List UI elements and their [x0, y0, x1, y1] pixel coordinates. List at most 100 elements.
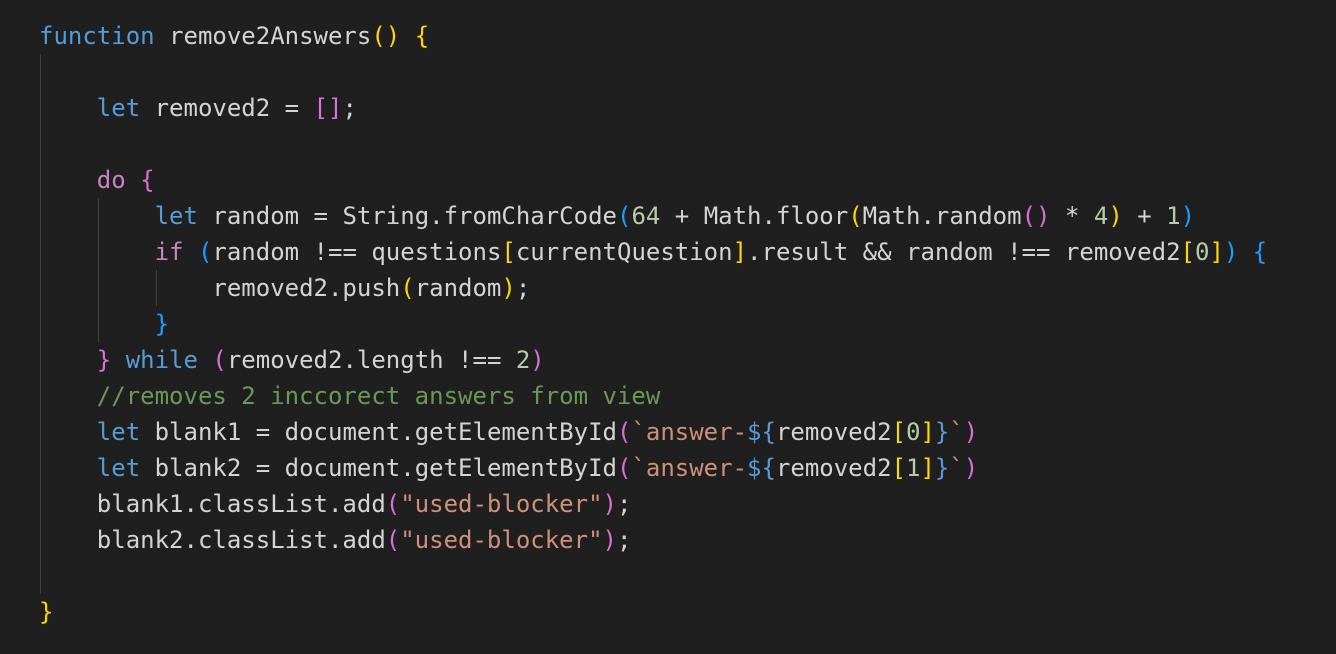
code-token: do: [96, 166, 126, 194]
code-token: ): [963, 418, 979, 446]
code-token: `answer-: [631, 418, 748, 446]
code-token: (: [385, 490, 401, 518]
code-token: blank1.classList.add: [39, 490, 386, 518]
code-token: let: [96, 454, 141, 482]
code-token: `answer-: [631, 454, 748, 482]
code-token: 0: [905, 418, 921, 446]
code-token: (): [1021, 202, 1051, 230]
code-token: 4: [1093, 202, 1109, 230]
code-token: "used-blocker": [400, 526, 603, 554]
code-token: }: [39, 598, 54, 626]
code-token: ;: [616, 526, 632, 554]
code-token: 64: [631, 202, 661, 230]
code-token: "used-blocker": [400, 490, 603, 518]
code-line[interactable]: }: [39, 594, 53, 630]
code-token: ${: [747, 454, 776, 482]
code-editor[interactable]: function remove2Answers() { let removed2…: [0, 0, 1336, 654]
code-token: (: [616, 418, 632, 446]
code-token: ): [1180, 202, 1196, 230]
code-token: ]: [920, 454, 935, 482]
code-token: (: [848, 202, 863, 230]
code-token: .result && random !== removed2: [747, 238, 1181, 266]
code-token: *: [1050, 202, 1094, 230]
code-line[interactable]: } while (removed2.length !== 2): [39, 342, 545, 378]
code-token: ${: [747, 418, 776, 446]
code-token: ): [602, 490, 617, 518]
code-token: 2: [515, 346, 531, 374]
code-token: let: [154, 202, 198, 230]
code-token: let: [96, 94, 141, 122]
code-token: }: [934, 418, 950, 446]
code-token: [: [891, 454, 906, 482]
code-line[interactable]: let blank2 = document.getElementById(`an…: [39, 450, 978, 486]
code-line[interactable]: removed2.push(random);: [39, 270, 530, 306]
code-token: remove2Answers: [154, 22, 372, 50]
code-token: removed2.length !==: [226, 346, 516, 374]
code-token: currentQuestion: [515, 238, 733, 266]
code-token: let: [96, 418, 141, 446]
code-line[interactable]: let random = String.fromCharCode(64 + Ma…: [39, 198, 1195, 234]
code-line[interactable]: blank1.classList.add("used-blocker");: [39, 486, 632, 522]
code-token: ]: [732, 238, 748, 266]
code-token: 1: [1166, 202, 1181, 230]
code-token: (: [385, 526, 401, 554]
code-token: blank2 = document.getElementById: [140, 454, 617, 482]
code-token: ): [501, 274, 516, 302]
code-token: removed2 =: [140, 94, 314, 122]
code-token: (: [197, 238, 213, 266]
code-token: removed2: [775, 418, 892, 446]
code-token: }: [154, 310, 170, 338]
code-token: ): [602, 526, 617, 554]
code-token: random = String.fromCharCode: [197, 202, 617, 230]
code-token: }: [934, 454, 950, 482]
code-token: (: [616, 454, 632, 482]
code-token: removed2.push: [39, 274, 401, 302]
code-token: (: [616, 202, 632, 230]
code-token: ]: [920, 418, 935, 446]
code-token: ;: [342, 94, 357, 122]
code-token: [: [1180, 238, 1195, 266]
code-token: if: [154, 238, 184, 266]
code-line[interactable]: if (random !== questions [ currentQuestion…: [39, 234, 1268, 270]
code-line[interactable]: }: [39, 306, 169, 342]
code-token: function: [39, 22, 155, 50]
code-token: blank2.classList.add: [39, 526, 386, 554]
code-token: removed2: [775, 454, 892, 482]
code-token: ;: [616, 490, 632, 518]
code-line[interactable]: blank2.classList.add("used-blocker");: [39, 522, 632, 558]
code-token: []: [313, 94, 343, 122]
code-token: random !== questions: [212, 238, 502, 266]
code-token: ): [1223, 238, 1239, 266]
code-line[interactable]: let blank1 = document.getElementById(`an…: [39, 414, 978, 450]
code-line[interactable]: function remove2Answers() {: [39, 18, 429, 54]
code-token: 1: [905, 454, 921, 482]
code-token: Math.random: [862, 202, 1022, 230]
code-line[interactable]: do {: [39, 162, 155, 198]
code-token: }: [96, 346, 112, 374]
code-token: blank1 = document.getElementById: [140, 418, 617, 446]
code-token: ): [963, 454, 979, 482]
code-line[interactable]: let removed2 = [];: [39, 90, 357, 126]
code-line[interactable]: //removes 2 inccorect answers from view: [39, 378, 661, 414]
code-token: {: [1252, 238, 1268, 266]
code-token: (: [400, 274, 415, 302]
code-token: ]: [1209, 238, 1224, 266]
code-token: `: [949, 418, 964, 446]
code-token: (): [371, 22, 401, 50]
code-token: ;: [515, 274, 531, 302]
code-token: [: [891, 418, 906, 446]
